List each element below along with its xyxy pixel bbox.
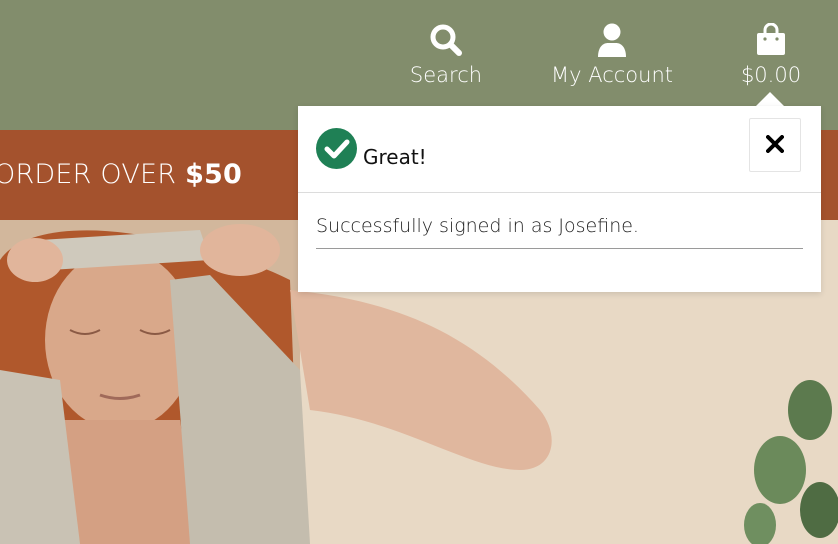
toast-header: Great! [298, 106, 821, 193]
toast-message: Successfully signed in as Josefine. [316, 214, 803, 249]
search-icon [429, 22, 463, 58]
shopping-bag-nav-link[interactable]: $0.00 [738, 22, 804, 88]
my-account-label: My Account [550, 63, 673, 87]
toast-pointer [756, 92, 784, 106]
search-nav-link[interactable]: Search [408, 22, 484, 88]
promo-amount: $50 [185, 159, 243, 190]
shopping-bag-icon [756, 22, 786, 58]
close-icon [766, 134, 784, 156]
my-account-nav-link[interactable]: My Account [548, 22, 676, 88]
toast-close-button[interactable] [749, 118, 801, 172]
toast-title: Great! [363, 145, 427, 169]
promo-text: ORDER OVER $50 [0, 158, 242, 192]
promo-text-prefix: ORDER OVER [0, 159, 186, 190]
search-label: Search [409, 63, 483, 87]
bag-total: $0.00 [740, 63, 802, 87]
success-toast: Great! Successfully signed in as Josefin… [298, 106, 821, 292]
check-circle-icon [316, 128, 357, 169]
user-icon [596, 22, 628, 58]
